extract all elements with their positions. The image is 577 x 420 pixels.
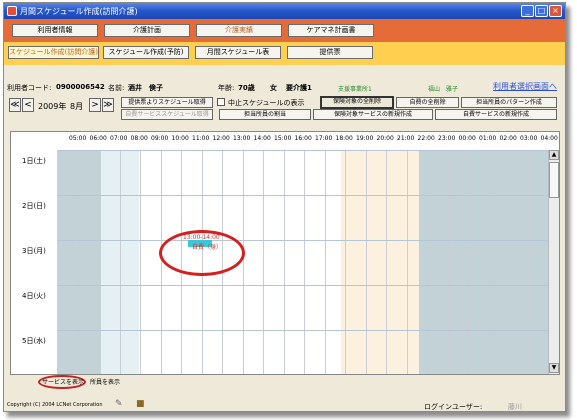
login-user-name: 藤川 — [508, 403, 522, 411]
menu-band: 利用者情報 介護計画 介護実績 ケアマネ計画書 スケジュール作成(訪問介護) ス… — [4, 19, 565, 65]
hour-header: 10:00 — [171, 135, 189, 142]
app-icon — [7, 6, 17, 16]
care-level: 要介護1 — [286, 84, 312, 92]
user-info-row: 利用者コード: 0900006542 名前: 酒井 倹子 年齢: 70歳 女 要… — [4, 81, 565, 93]
day-label: 2日(日) — [22, 202, 46, 210]
tab-monthly-schedule[interactable]: 月間スケジュール表 — [195, 46, 281, 59]
day-label: 1日(土) — [22, 157, 46, 165]
status-bar: Copyright (C) 2004 LCNet Corporation ✎ ■… — [4, 399, 565, 411]
gender-value: 女 — [270, 84, 277, 92]
hour-header: 04:00 — [540, 135, 558, 142]
hour-header: 08:00 — [130, 135, 148, 142]
title-bar: 月間スケジュール作成(訪問介護) _ □ × — [4, 3, 565, 19]
edit-icon: ✎ — [115, 399, 123, 409]
day-row[interactable] — [57, 330, 551, 374]
prev-month-button[interactable]: < — [22, 98, 34, 112]
support-office: 支援事業所1 — [338, 86, 372, 93]
scroll-down-button[interactable]: ▼ — [549, 363, 559, 373]
hour-header: 12:00 — [212, 135, 230, 142]
submenu-band: スケジュール作成(訪問介護) スケジュール作成(予防) 月間スケジュール表 提供… — [4, 42, 565, 65]
user-select-link[interactable]: 利用者選択画面へ — [493, 81, 557, 92]
schedule-grid[interactable]: 05:00 06:00 07:00 08:00 09:00 10:00 11:00 12:00… — [10, 131, 560, 375]
age-value: 70歳 — [238, 84, 255, 92]
day-label: 5日(水) — [22, 337, 46, 345]
hour-header: 18:00 — [335, 135, 353, 142]
hour-header: 16:00 — [294, 135, 312, 142]
copyright-text: Copyright (C) 2004 LCNet Corporation — [7, 402, 103, 408]
hour-header: 22:00 — [417, 135, 435, 142]
menu-care-plan[interactable]: 介護計画 — [104, 24, 190, 37]
hour-header: 00:00 — [458, 135, 476, 142]
new-insured-service-button[interactable]: 保険対象サービスの新規作成 — [313, 109, 433, 120]
hour-header: 20:00 — [376, 135, 394, 142]
get-self-pay-schedule-button[interactable]: 自費サービススケジュール取得 — [121, 109, 213, 120]
day-label: 4日(火) — [22, 292, 46, 300]
next-year-button[interactable]: ≫ — [102, 98, 114, 112]
menu-caremanager-plan[interactable]: ケアマネ計画書 — [288, 24, 374, 37]
printer-icon: ■ — [136, 399, 145, 409]
login-user-label: ログインユーザー: — [424, 403, 483, 411]
hour-header: 19:00 — [356, 135, 374, 142]
hour-header: 02:00 — [499, 135, 517, 142]
tab-provision-sheet[interactable]: 提供票 — [287, 46, 373, 59]
age-label: 年齢: — [218, 84, 235, 92]
hour-header: 07:00 — [110, 135, 128, 142]
user-name: 酒井 倹子 — [128, 84, 163, 92]
hour-header: 11:00 — [192, 135, 210, 142]
new-self-pay-service-button[interactable]: 自費サービスの新規作成 — [435, 109, 557, 120]
delete-self-pay-button[interactable]: 自費の全削除 — [396, 97, 459, 108]
hour-header: 23:00 — [438, 135, 456, 142]
tab-schedule-visit-care[interactable]: スケジュール作成(訪問介護) — [8, 46, 99, 59]
month-label: 8月 — [70, 102, 84, 111]
menu-user-info[interactable]: 利用者情報 — [12, 24, 98, 37]
tab-schedule-prevention[interactable]: スケジュール作成(予防) — [103, 46, 189, 59]
year-label: 2009年 — [38, 102, 67, 111]
delete-insured-button[interactable]: 保険対象の全削除 — [320, 96, 394, 109]
hour-header: 21:00 — [397, 135, 415, 142]
next-month-button[interactable]: > — [89, 98, 101, 112]
window-title: 月間スケジュール作成(訪問介護) — [20, 7, 138, 16]
highlight-circle — [159, 230, 245, 276]
day-label: 3日(月) — [22, 247, 46, 255]
hour-header: 06:00 — [89, 135, 107, 142]
scroll-thumb[interactable] — [549, 162, 559, 198]
vertical-scrollbar[interactable]: ▲ ▼ — [548, 150, 559, 374]
user-code-label: 利用者コード: — [7, 84, 52, 92]
minimize-button[interactable]: _ — [521, 5, 534, 17]
app-window: 月間スケジュール作成(訪問介護) _ □ × 利用者情報 介護計画 介護実績 ケ… — [3, 2, 566, 412]
hour-header: 14:00 — [253, 135, 271, 142]
hour-header: 05:00 — [69, 135, 87, 142]
hour-header: 01:00 — [479, 135, 497, 142]
close-button[interactable]: × — [549, 5, 562, 17]
hour-header: 09:00 — [151, 135, 169, 142]
hour-header: 15:00 — [274, 135, 292, 142]
hour-header: 13:00 — [233, 135, 251, 142]
menu-care-record[interactable]: 介護実績 — [196, 24, 282, 37]
prev-year-button[interactable]: ≪ — [9, 98, 21, 112]
maximize-button[interactable]: □ — [535, 5, 548, 17]
staff-pattern-button[interactable]: 担当所員のパターン作成 — [461, 97, 557, 108]
user-code-value: 0900006542 — [56, 83, 105, 91]
staff-assign-button[interactable]: 担当所員の割当 — [219, 109, 311, 120]
show-cancelled-checkbox[interactable] — [217, 98, 225, 106]
scroll-up-button[interactable]: ▲ — [549, 150, 559, 160]
show-cancelled-label: 中止スケジュールの表示 — [228, 99, 305, 107]
care-manager-name: 福山 雅子 — [428, 86, 459, 93]
hour-header: 03:00 — [520, 135, 538, 142]
show-service-toggle[interactable]: サービスを表示 — [42, 377, 84, 386]
hour-header: 17:00 — [315, 135, 333, 142]
get-schedule-from-sheet-button[interactable]: 提供票よりスケジュール取得 — [121, 97, 213, 108]
show-staff-toggle[interactable]: 所員を表示 — [90, 377, 120, 386]
name-label: 名前: — [108, 84, 125, 92]
